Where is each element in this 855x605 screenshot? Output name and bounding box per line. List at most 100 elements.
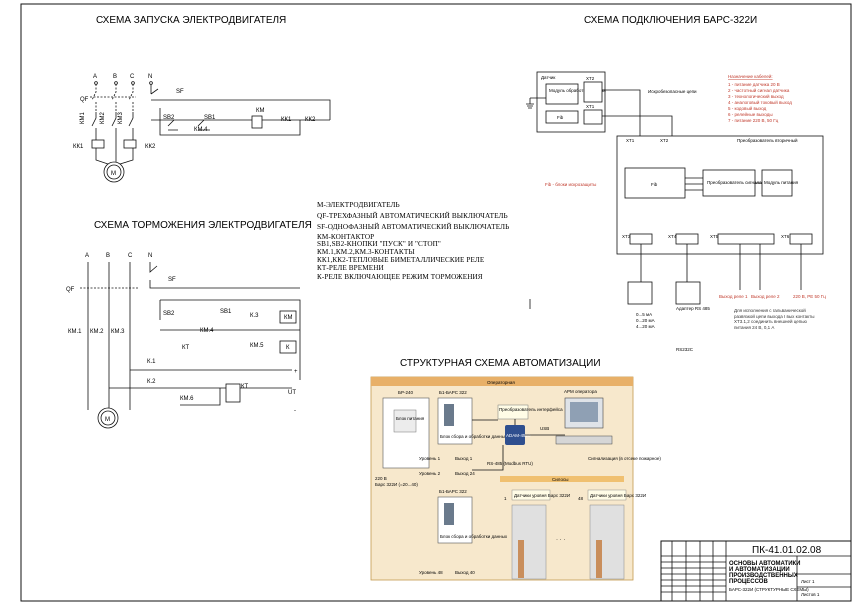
brake-km5-label: КМ.5	[250, 343, 264, 349]
isolation-note: Для исполнения с гальванической развязко…	[734, 308, 815, 330]
start-scheme: A B C N QF SF КМ1 КМ2 КМ3 КК1 КК2 М SB2 …	[73, 74, 331, 183]
cable-item: 6 - релейные выходы	[728, 111, 773, 117]
relay-output-2: Выход реле 2	[751, 294, 780, 299]
brake-sb2-label: SB2	[163, 311, 175, 317]
drawing-sheet: СХЕМА ЗАПУСКА ЭЛЕКТРОДВИГАТЕЛЯ СХЕМА ТОР…	[20, 3, 852, 602]
legend-line: КК1,КК2-ТЕПЛОВЫЕ БИМЕТАЛЛИЧЕСКИЕ РЕЛЕ	[317, 256, 485, 264]
bars-unit-2-panel	[444, 503, 454, 525]
silo-sensor-1-label: Датчики уровня Барс 322И	[514, 493, 570, 498]
brake-qf-label: QF	[66, 287, 75, 293]
converter-xt1-label: XT1	[626, 138, 635, 143]
brake-k-coil-label: К	[286, 345, 290, 351]
kk1-contact-label: КК1	[281, 117, 292, 123]
silo-48-level	[596, 540, 602, 578]
alarm-label: Сигнализация (в отсеке пожарное)	[588, 456, 661, 461]
brake-phase-c-label: C	[128, 253, 133, 259]
kk1-label: КК1	[73, 144, 84, 150]
brake-ut-label: UT	[288, 390, 296, 396]
usb-label: USB	[540, 426, 549, 431]
psu-label: Блок питания	[396, 416, 425, 421]
brake-sb1-label: SB1	[220, 309, 232, 315]
xt2-sensor	[583, 81, 603, 103]
legend-line: К-РЕЛЕ ВКЛЮЧАЮЩЕЕ РЕЖИМ ТОРМОЖЕНИЯ	[317, 273, 483, 281]
brake-km1-label: КМ.1	[68, 329, 82, 335]
kk1-element	[91, 139, 105, 149]
silo-48	[589, 504, 625, 580]
bars-unit-2-info: Блок сбора и обработки данных	[440, 534, 508, 539]
output-24-label: Выход 24	[455, 471, 475, 476]
control-circuit	[151, 108, 330, 136]
cable-item: 3 - технологический выход	[728, 93, 784, 99]
stamp-code: ПК-41.01.02.08	[752, 545, 822, 556]
legend: М-ЭЛЕКТРОДВИГАТЕЛЬ QF-ТРЕХФАЗНЫЙ АВТОМАТ…	[317, 201, 509, 281]
xt6-label: XT6	[781, 234, 790, 239]
cable-item: 1 - питание датчика 20 В	[728, 82, 780, 87]
silo-ellipsis: · · ·	[556, 537, 565, 543]
stamp-title-line-4: ПРОЦЕССОВ	[729, 579, 768, 585]
sb1-label: SB1	[204, 115, 216, 121]
legend-line: М-ЭЛЕКТРОДВИГАТЕЛЬ	[317, 201, 400, 209]
signal-converter-label: Преобразователь сигнала	[707, 180, 762, 185]
brake-k3-label: К.3	[250, 313, 259, 319]
current-range-3: 4...20 мА	[636, 324, 655, 329]
brake-sf-label: SF	[168, 277, 176, 283]
legend-line: КТ-РЕЛЕ ВРЕМЕНИ	[317, 264, 384, 272]
sensor-cables	[602, 89, 673, 140]
bars-unit-1-label: Б1-БАРС 322	[439, 390, 467, 395]
km-main-contacts	[91, 112, 134, 140]
xt1-sensor	[583, 109, 603, 125]
legend-line: SF-ОДНОФАЗНЫЙ АВТОМАТИЧЕСКИЙ ВЫКЛЮЧАТЕЛЬ	[317, 222, 509, 231]
silo-1-level	[518, 540, 524, 578]
xt3-label: XT3	[622, 234, 631, 239]
power-output: 220 В, PE 50 Гц	[793, 294, 826, 299]
pc-screen	[570, 402, 598, 422]
rs485-label: RS-485 (Modbus RTU)	[487, 461, 533, 466]
km2-label: КМ2	[100, 112, 106, 124]
intrinsic-label: Искробезопасные цепи	[648, 89, 697, 94]
xt4-label: XT4	[668, 234, 677, 239]
bars-unit-2-label: Б1-БАРС 322	[439, 489, 467, 494]
brake-minus-label: -	[294, 408, 296, 414]
phase-b-node	[114, 81, 118, 85]
pc-label: АРМ оператора	[564, 389, 597, 394]
title-block: ПК-41.01.02.08 ОСНОВЫ АВТОМАТИКИ И АВТОМ…	[660, 540, 852, 602]
xt2-sensor-label: XT2	[586, 76, 595, 81]
xt5-block	[717, 233, 775, 245]
xt1-sensor-label: XT1	[586, 104, 595, 109]
converter-xt2-label: XT2	[660, 138, 669, 143]
phase-n-node	[149, 81, 153, 85]
title-connection-scheme: СХЕМА ПОДКЛЮЧЕНИЯ БАРС-322И	[584, 15, 757, 26]
power-220-label: 220 В	[375, 476, 387, 481]
silos-label: Силосы	[552, 477, 568, 482]
isolation-note-wrap: Для исполнения с гальванической развязко…	[734, 308, 815, 330]
silo-48-number: 48	[578, 496, 584, 501]
current-range-2: 0...20 мА	[636, 318, 655, 323]
brake-km2-label: КМ.2	[90, 329, 104, 335]
km1-label: КМ1	[80, 112, 86, 124]
output-40-label: Выход 40	[455, 570, 475, 575]
cable-item: 7 - питание 220 В, 50 Гц	[728, 118, 779, 123]
sb2-label: SB2	[163, 115, 175, 121]
brake-kt-contact-label: КТ	[182, 345, 189, 351]
silo-sensor-2-label: Датчики уровня Барс 322И	[590, 493, 646, 498]
sensor-module	[545, 83, 579, 105]
brake-kt-coil	[225, 383, 241, 403]
title-brake-scheme: СХЕМА ТОРМОЖЕНИЯ ЭЛЕКТРОДВИГАТЕЛЯ	[94, 220, 312, 231]
brake-phase-n-label: N	[148, 253, 152, 259]
bars-unit-1-info: Блок сбора и обработки данных	[440, 434, 508, 439]
motor-start-label: М	[111, 171, 116, 177]
brake-km-coil-label: КМ	[284, 315, 293, 321]
brake-kt-coil-label: КТ	[241, 384, 248, 390]
xt6-block	[789, 233, 813, 245]
km4-label: КМ.4	[194, 127, 208, 133]
sf-label: SF	[176, 89, 184, 95]
phase-c-label: C	[130, 74, 135, 80]
structure-scheme: Операторная БР-240 Блок питания 220 В Ба…	[370, 376, 661, 581]
relay-output-1: Выход реле 1	[719, 294, 748, 299]
sensor-label: Датчик	[541, 75, 555, 80]
kk2-label: КК2	[145, 144, 156, 150]
current-output-box	[627, 281, 653, 305]
brake-km6-label: КМ.6	[180, 396, 194, 402]
brake-dc-lines	[109, 369, 292, 406]
sb2-button	[167, 119, 178, 131]
